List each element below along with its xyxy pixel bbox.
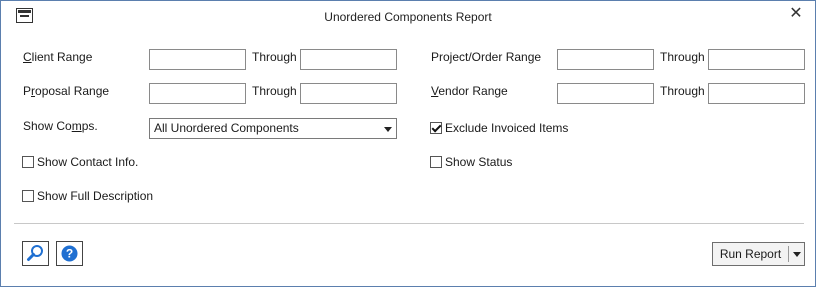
project-order-range-to-input[interactable] bbox=[708, 49, 805, 70]
proposal-range-label: Proposal Range bbox=[23, 84, 110, 98]
show-contact-info-checkbox[interactable] bbox=[22, 156, 34, 168]
help-button[interactable]: ? bbox=[56, 241, 83, 266]
chevron-down-icon bbox=[384, 127, 392, 132]
vendor-through-label: Through bbox=[660, 84, 705, 98]
client-range-to-input[interactable] bbox=[300, 49, 397, 70]
client-range-label: Client Range bbox=[23, 50, 93, 64]
project-through-label: Through bbox=[660, 50, 705, 64]
show-status-checkbox[interactable] bbox=[430, 156, 442, 168]
close-icon[interactable]: ✕ bbox=[787, 5, 805, 23]
vendor-range-label: Vendor Range bbox=[431, 84, 508, 98]
report-dialog: Unordered Components Report ✕ Client Ran… bbox=[0, 0, 816, 287]
run-report-button[interactable]: Run Report bbox=[713, 243, 788, 265]
proposal-through-label: Through bbox=[252, 84, 297, 98]
proposal-range-from-input[interactable] bbox=[149, 83, 246, 104]
client-through-label: Through bbox=[252, 50, 297, 64]
show-comps-select[interactable]: All Unordered Components bbox=[149, 118, 397, 139]
client-range-from-input[interactable] bbox=[149, 49, 246, 70]
title-bar: Unordered Components Report ✕ bbox=[1, 1, 815, 31]
search-icon bbox=[27, 245, 43, 261]
show-full-description-label: Show Full Description bbox=[37, 189, 154, 203]
proposal-range-to-input[interactable] bbox=[300, 83, 397, 104]
exclude-invoiced-label: Exclude Invoiced Items bbox=[445, 121, 569, 135]
project-order-range-from-input[interactable] bbox=[557, 49, 654, 70]
footer-divider bbox=[14, 223, 804, 224]
vendor-range-to-input[interactable] bbox=[708, 83, 805, 104]
split-separator bbox=[788, 246, 789, 262]
chevron-down-icon[interactable] bbox=[793, 252, 801, 257]
show-comps-value: All Unordered Components bbox=[154, 121, 299, 135]
svg-text:?: ? bbox=[66, 247, 73, 261]
show-comps-label: Show Comps. bbox=[23, 119, 98, 133]
show-contact-info-label: Show Contact Info. bbox=[37, 155, 139, 169]
help-icon: ? bbox=[61, 245, 78, 262]
search-button[interactable] bbox=[22, 241, 49, 266]
run-report-split-button[interactable]: Run Report bbox=[712, 242, 805, 266]
show-status-label: Show Status bbox=[445, 155, 513, 169]
vendor-range-from-input[interactable] bbox=[557, 83, 654, 104]
show-full-description-checkbox[interactable] bbox=[22, 190, 34, 202]
exclude-invoiced-checkbox[interactable] bbox=[430, 122, 442, 134]
window-title: Unordered Components Report bbox=[324, 10, 492, 24]
project-order-range-label: Project/Order Range bbox=[431, 50, 542, 64]
